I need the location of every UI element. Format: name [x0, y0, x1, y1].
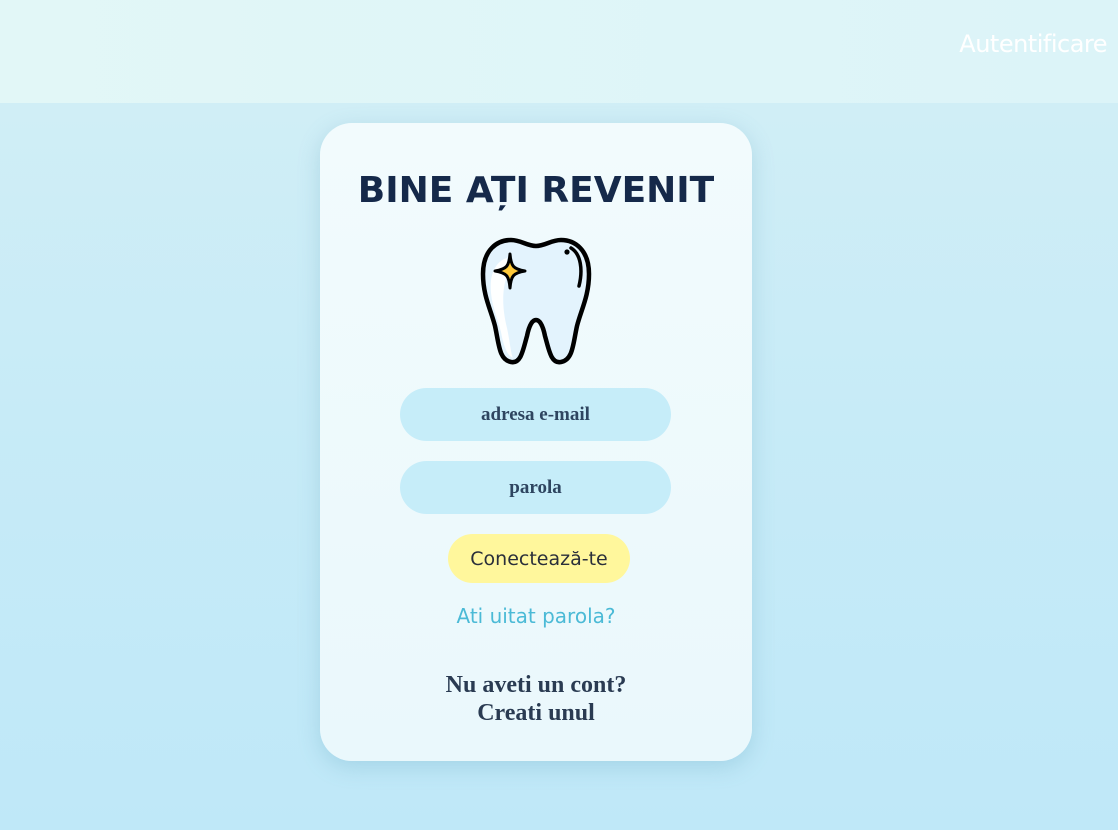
login-button[interactable]: Conectează-te	[448, 534, 630, 583]
password-field[interactable]	[400, 461, 671, 514]
page-title: BINE AȚI REVENIT	[357, 170, 715, 211]
forgot-password-link[interactable]: Ati uitat parola?	[320, 604, 752, 628]
email-field[interactable]	[400, 388, 671, 441]
top-navigation-bar: Autentificare	[0, 0, 1118, 103]
create-account-link[interactable]: Creati unul	[320, 699, 752, 727]
authentication-link[interactable]: Autentificare	[959, 30, 1107, 58]
signup-question-text: Nu aveti un cont?	[445, 672, 627, 698]
tooth-sparkle-icon	[477, 236, 595, 366]
login-card: BINE AȚI REVENIT Conectează-te Ati uitat…	[320, 123, 752, 761]
